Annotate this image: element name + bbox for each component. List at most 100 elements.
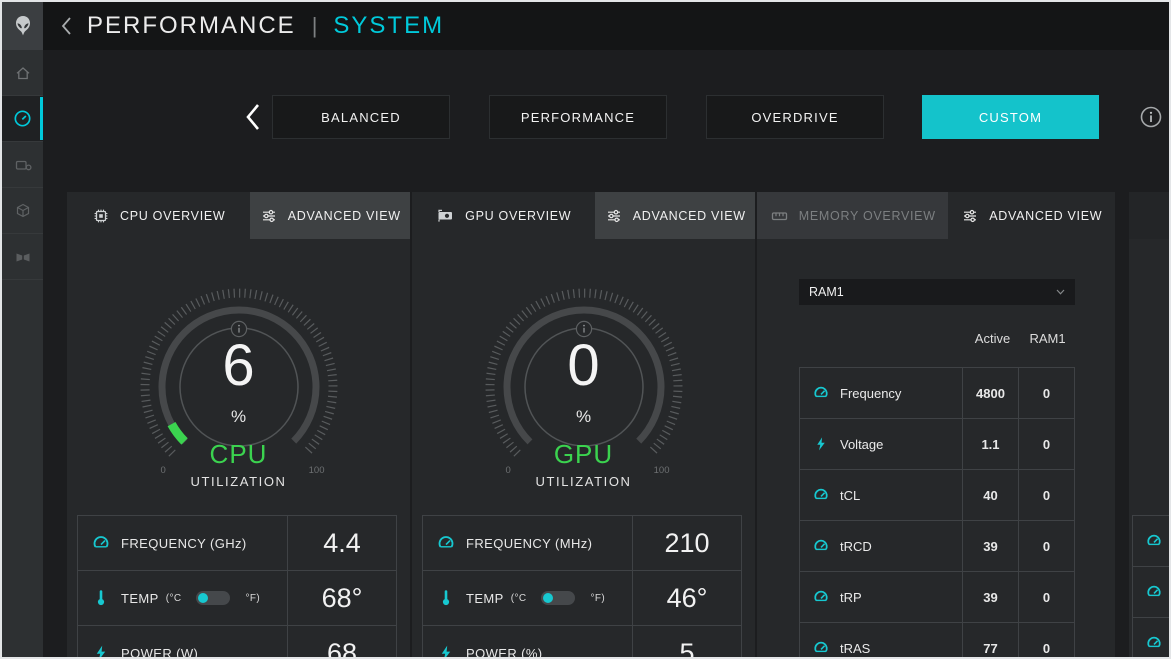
temp-unit-toggle[interactable] [196, 591, 230, 605]
profile-button-custom[interactable]: CUSTOM [922, 95, 1099, 139]
tab-label: ADVANCED VIEW [989, 209, 1102, 223]
sidebar-item-vr[interactable] [2, 234, 43, 280]
sidebar-item-library[interactable] [2, 188, 43, 234]
table-row: TEMP (°C °F) 46° [423, 571, 741, 626]
timing-label: tRCD [840, 539, 872, 554]
performance-gauge-icon [13, 109, 32, 128]
gpu-gauge-value: 0 [474, 337, 694, 395]
tab-cpu-overview[interactable]: CPU OVERVIEW [67, 192, 250, 239]
timing-label: Voltage [840, 437, 883, 452]
cpu-chip-icon [92, 207, 110, 225]
memory-timings-table: Frequency 4800 0 Voltage 1.1 0 [799, 367, 1075, 659]
sliders-icon [961, 207, 979, 225]
clipped-right-panel: A R V [1129, 192, 1171, 659]
sidebar-item-home[interactable] [2, 50, 43, 96]
stat-value: 68 [287, 626, 396, 659]
column-header-ram1: RAM1 [1020, 331, 1075, 346]
sliders-icon [260, 207, 278, 225]
gpu-gauge-max: 100 [654, 465, 670, 476]
tab-gpu-advanced[interactable]: ADVANCED VIEW [595, 192, 755, 239]
stat-label: TEMP [466, 591, 504, 606]
speedometer-icon [813, 640, 829, 656]
sidebar-item-fx[interactable] [2, 142, 43, 188]
timing-active-value: 4800 [962, 368, 1018, 418]
speedometer-icon [1146, 635, 1162, 651]
stat-value: 68° [287, 571, 396, 625]
table-row: Voltage 1.1 0 [800, 419, 1074, 470]
table-row: V [1133, 618, 1171, 659]
tab-label: GPU OVERVIEW [465, 209, 571, 223]
gpu-gauge-sublabel: UTILIZATION [474, 474, 694, 489]
gpu-gauge-min: 0 [506, 465, 511, 476]
fahrenheit-label: °F) [590, 593, 605, 604]
timing-label: tRAS [840, 641, 870, 656]
cpu-gauge-max: 100 [309, 465, 325, 476]
cpu-gauge-sublabel: UTILIZATION [129, 474, 349, 489]
table-row: tRP 39 0 [800, 572, 1074, 623]
table-row: A [1133, 516, 1171, 567]
cpu-panel-body: 6 % CPU UTILIZATION 0 100 FREQUENCY (GHz… [67, 239, 410, 659]
cpu-stats-table: FREQUENCY (GHz) 4.4 TEMP (°C °F) [77, 515, 397, 659]
table-row: R [1133, 567, 1171, 618]
profiles-back-chevron-icon[interactable] [244, 100, 266, 134]
timing-active-value: 77 [962, 623, 1018, 659]
alienware-logo[interactable] [2, 2, 43, 50]
fx-peripherals-icon [14, 156, 32, 174]
table-row: Frequency 4800 0 [800, 368, 1074, 419]
temp-unit-toggle[interactable] [541, 591, 575, 605]
table-row: FREQUENCY (GHz) 4.4 [78, 516, 396, 571]
sidebar-item-performance[interactable] [2, 96, 43, 142]
table-row: POWER (W) 68 [78, 626, 396, 659]
chevron-down-icon [1056, 289, 1065, 295]
stat-label: POWER (%) [466, 646, 543, 659]
speedometer-icon [813, 538, 829, 554]
cpu-gauge-unit: % [129, 407, 349, 427]
profile-button-balanced[interactable]: BALANCED [272, 95, 450, 139]
ram-icon [770, 207, 789, 225]
title-bar: PERFORMANCE | SYSTEM [2, 2, 1169, 50]
tab-gpu-overview[interactable]: GPU OVERVIEW [412, 192, 595, 239]
profile-button-overdrive[interactable]: OVERDRIVE [706, 95, 884, 139]
table-row: tRCD 39 0 [800, 521, 1074, 572]
tab-cpu-advanced[interactable]: ADVANCED VIEW [250, 192, 410, 239]
power-bolt-icon [92, 644, 110, 659]
memory-tabbar: MEMORY OVERVIEW ADVANCED VIEW [757, 192, 1115, 239]
cpu-gauge-min: 0 [161, 465, 166, 476]
tab-memory-advanced[interactable]: ADVANCED VIEW [948, 192, 1115, 239]
vr-goggles-icon [14, 249, 32, 265]
timing-active-value: 39 [962, 521, 1018, 571]
timing-ram1-value: 0 [1018, 521, 1074, 571]
gpu-tabbar: GPU OVERVIEW ADVANCED VIEW [412, 192, 755, 239]
timing-label: tRP [840, 590, 862, 605]
back-chevron-icon[interactable] [59, 15, 73, 37]
ram-select-dropdown[interactable]: RAM1 [799, 279, 1075, 305]
table-row: POWER (%) 5 [423, 626, 741, 659]
timing-ram1-value: 0 [1018, 419, 1074, 469]
timing-ram1-value: 0 [1018, 368, 1074, 418]
sliders-icon [605, 207, 623, 225]
power-bolt-icon [437, 644, 455, 659]
timing-active-value: 39 [962, 572, 1018, 622]
celsius-label: (°C [166, 593, 182, 604]
speedometer-icon [813, 589, 829, 605]
timing-ram1-value: 0 [1018, 623, 1074, 659]
tab-memory-overview[interactable]: MEMORY OVERVIEW [757, 192, 948, 239]
stat-value: 4.4 [287, 516, 396, 570]
page-subtitle: SYSTEM [333, 12, 444, 40]
profile-button-performance[interactable]: PERFORMANCE [489, 95, 667, 139]
stat-value: 46° [632, 571, 741, 625]
ram-select-value: RAM1 [809, 285, 844, 299]
gpu-panel-body: 0 % GPU UTILIZATION 0 100 FREQUENCY (MHz… [412, 239, 755, 659]
fahrenheit-label: °F) [245, 593, 260, 604]
timing-ram1-value: 0 [1018, 572, 1074, 622]
stat-value: 210 [632, 516, 741, 570]
table-row: tCL 40 0 [800, 470, 1074, 521]
alien-head-icon [13, 15, 33, 37]
stat-label: TEMP [121, 591, 159, 606]
clipped-panel-tabbar [1129, 192, 1171, 239]
timing-label: Frequency [840, 386, 901, 401]
cpu-utilization-gauge: 6 % CPU UTILIZATION 0 100 [129, 277, 349, 497]
profiles-info-icon[interactable] [1140, 106, 1162, 128]
table-row: TEMP (°C °F) 68° [78, 571, 396, 626]
gpu-gauge-unit: % [474, 407, 694, 427]
